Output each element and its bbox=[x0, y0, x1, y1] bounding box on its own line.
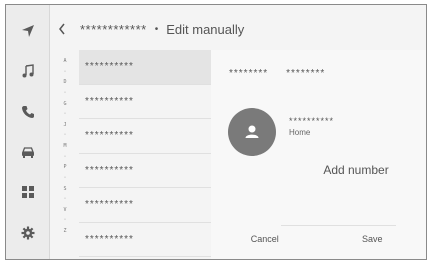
contact-detail-panel: ******** ******** ********** Home Add nu… bbox=[211, 50, 426, 259]
index-dot: · bbox=[63, 174, 67, 181]
sidebar-item-music[interactable] bbox=[14, 57, 42, 85]
detail-field[interactable]: ******** bbox=[229, 68, 268, 79]
action-bar: Cancel Save bbox=[211, 234, 426, 244]
alphabet-index[interactable]: A · D · G · J · M · P · S · V · Z bbox=[60, 59, 70, 234]
header: ************ • Edit manually bbox=[58, 19, 426, 39]
index-dot: · bbox=[63, 111, 67, 118]
contact-number-type: Home bbox=[289, 128, 311, 137]
detail-field[interactable]: ******** bbox=[286, 68, 325, 79]
navigation-icon bbox=[21, 25, 34, 38]
index-dot: · bbox=[63, 132, 67, 139]
divider bbox=[281, 225, 396, 226]
list-item[interactable]: ********** bbox=[79, 50, 211, 85]
sidebar-item-navigation[interactable] bbox=[14, 17, 42, 45]
settings-icon bbox=[21, 226, 34, 240]
chevron-left-icon bbox=[59, 23, 65, 35]
index-dot: · bbox=[63, 196, 67, 203]
index-letter[interactable]: S bbox=[63, 186, 66, 192]
index-dot: · bbox=[63, 68, 67, 75]
index-letter[interactable]: G bbox=[63, 101, 66, 107]
index-letter[interactable]: D bbox=[63, 80, 66, 85]
detail-fields: ******** ******** bbox=[229, 68, 325, 79]
cancel-button[interactable]: Cancel bbox=[211, 234, 319, 244]
contact-name: ********** bbox=[289, 116, 335, 126]
index-letter[interactable]: Z bbox=[63, 229, 66, 234]
sidebar-item-apps[interactable] bbox=[14, 178, 42, 206]
list-item[interactable]: ********** bbox=[79, 188, 211, 223]
car-icon bbox=[21, 147, 34, 159]
list-item[interactable]: ********** bbox=[79, 85, 211, 119]
index-dot: · bbox=[63, 153, 67, 160]
breadcrumb[interactable]: ************ bbox=[80, 22, 147, 37]
index-letter[interactable]: M bbox=[63, 144, 66, 149]
save-button[interactable]: Save bbox=[319, 234, 427, 244]
apps-icon bbox=[21, 186, 34, 199]
index-letter[interactable]: P bbox=[63, 165, 66, 170]
music-icon bbox=[22, 64, 34, 78]
sidebar-item-settings[interactable] bbox=[14, 219, 42, 247]
list-item[interactable]: ********** bbox=[79, 119, 211, 154]
index-letter[interactable]: J bbox=[63, 122, 66, 128]
list-item[interactable]: ********** bbox=[79, 154, 211, 188]
index-dot: · bbox=[63, 217, 67, 224]
avatar bbox=[228, 108, 276, 156]
index-letter[interactable]: V bbox=[63, 207, 66, 213]
contact-list: ********** ********** ********** *******… bbox=[79, 50, 211, 259]
index-dot: · bbox=[63, 89, 67, 96]
index-letter[interactable]: A bbox=[63, 59, 66, 64]
screen: ************ • Edit manually A · D · G ·… bbox=[5, 4, 427, 260]
sidebar bbox=[6, 5, 50, 259]
phone-icon bbox=[21, 105, 34, 118]
person-icon bbox=[245, 125, 259, 138]
page-title: Edit manually bbox=[166, 21, 245, 37]
back-button[interactable] bbox=[58, 22, 70, 36]
sidebar-item-vehicle[interactable] bbox=[14, 138, 42, 166]
list-item[interactable]: ********** bbox=[79, 223, 211, 257]
breadcrumb-separator: • bbox=[154, 23, 159, 35]
sidebar-item-phone[interactable] bbox=[14, 98, 42, 126]
add-number-button[interactable]: Add number bbox=[281, 150, 426, 190]
